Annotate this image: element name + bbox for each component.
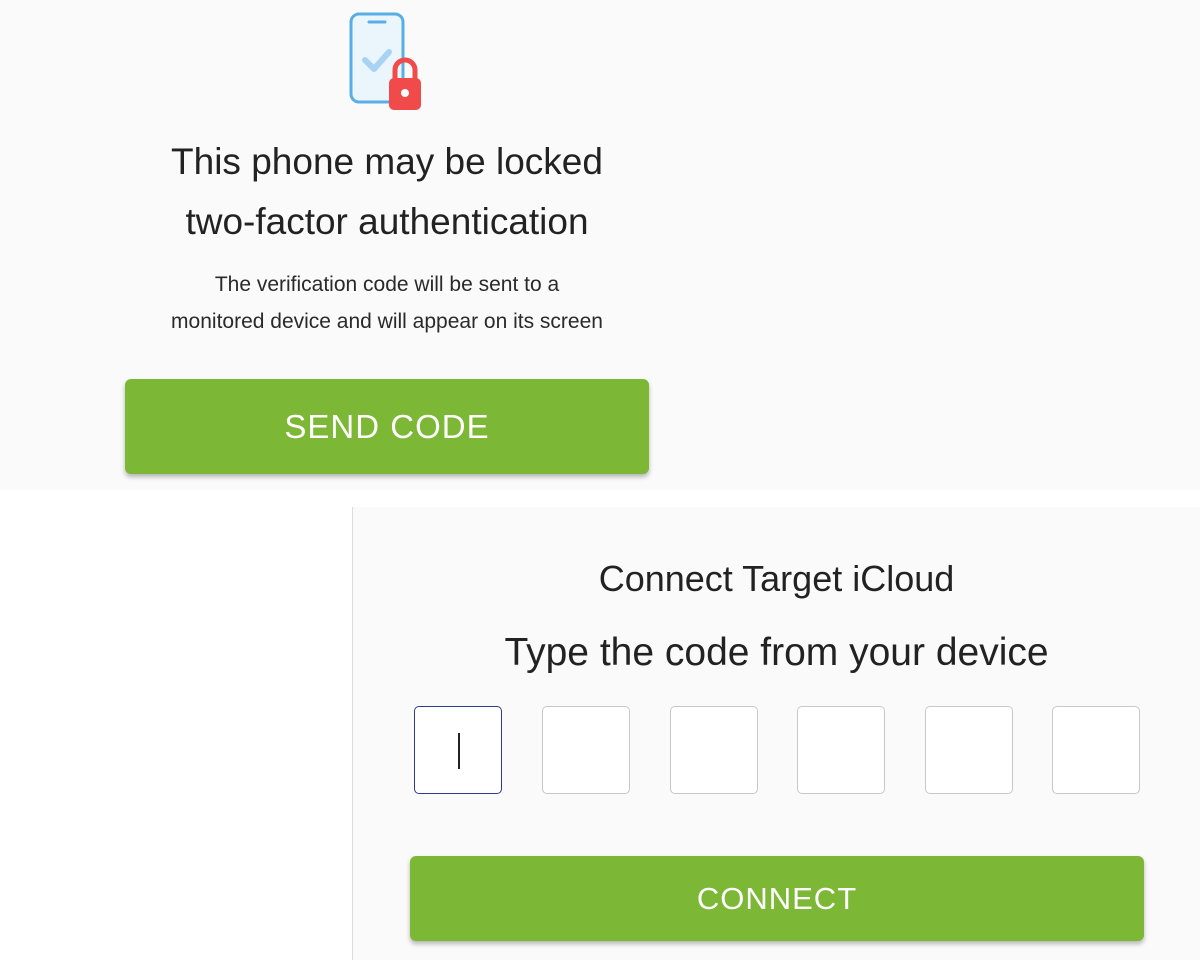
code-digit-3-input[interactable] xyxy=(670,706,758,794)
verification-code-inputs xyxy=(414,706,1141,795)
code-digit-5-input[interactable] xyxy=(925,706,1013,794)
send-code-button[interactable]: SEND CODE xyxy=(125,379,649,474)
app-stage: This phone may be locked two-factor auth… xyxy=(0,0,1200,960)
connect-title: Connect Target iCloud xyxy=(598,558,955,599)
connect-button[interactable]: CONNECT xyxy=(410,856,1144,941)
code-digit-6-input[interactable] xyxy=(1052,706,1140,794)
lock-title-line1: This phone may be locked xyxy=(171,141,603,182)
text-cursor xyxy=(458,733,460,769)
code-digit-2-input[interactable] xyxy=(542,706,630,794)
lock-description-line2: monitored device and will appear on its … xyxy=(171,310,603,333)
connect-subtitle: Type the code from your device xyxy=(504,631,1049,674)
code-digit-4-input[interactable] xyxy=(797,706,885,794)
lock-title-line2: two-factor authentication xyxy=(185,201,589,242)
two-factor-panel: This phone may be locked two-factor auth… xyxy=(0,0,1200,490)
lock-description-line1: The verification code will be sent to a xyxy=(214,273,560,296)
phone-lock-icon xyxy=(349,12,421,110)
